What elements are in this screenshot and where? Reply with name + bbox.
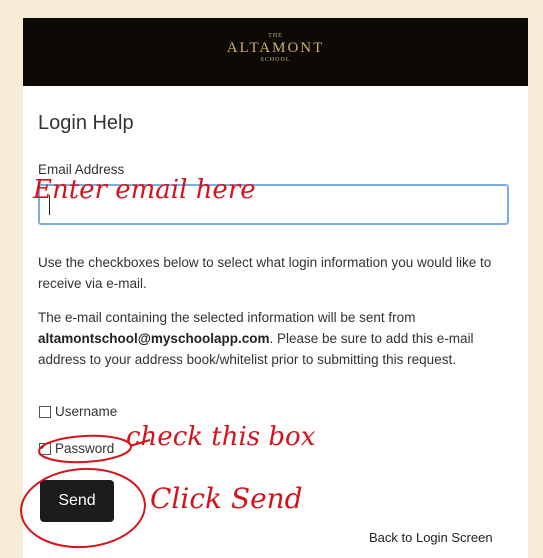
send-button[interactable]: Send xyxy=(40,480,114,522)
username-checkbox[interactable] xyxy=(39,405,51,418)
sender-email: altamontschool@myschoolapp.com xyxy=(38,331,270,346)
logo-school: SCHOOL xyxy=(260,57,291,63)
notice-prefix: The e-mail containing the selected infor… xyxy=(38,310,416,325)
password-option[interactable]: Password xyxy=(39,439,115,456)
notice-text: The e-mail containing the selected infor… xyxy=(38,307,516,370)
username-option[interactable]: Username xyxy=(39,404,117,419)
password-checkbox[interactable] xyxy=(39,439,51,455)
annotation-click-send: Click Send xyxy=(150,482,303,515)
login-help-card: THE ALTAMONT SCHOOL Login Help Email Add… xyxy=(23,18,528,558)
password-label: Password xyxy=(55,441,115,456)
logo-the: THE xyxy=(268,33,283,39)
page-title: Login Help xyxy=(38,112,134,134)
altamont-logo: THE ALTAMONT SCHOOL xyxy=(23,32,528,64)
back-to-login-link[interactable]: Back to Login Screen xyxy=(369,530,493,545)
annotation-check-box: check this box xyxy=(126,422,316,452)
username-label: Username xyxy=(55,404,118,419)
school-banner: THE ALTAMONT SCHOOL xyxy=(23,18,528,86)
annotation-enter-email: Enter email here xyxy=(33,175,256,205)
instructions-text: Use the checkboxes below to select what … xyxy=(38,255,492,291)
logo-name: ALTAMONT xyxy=(226,40,325,56)
